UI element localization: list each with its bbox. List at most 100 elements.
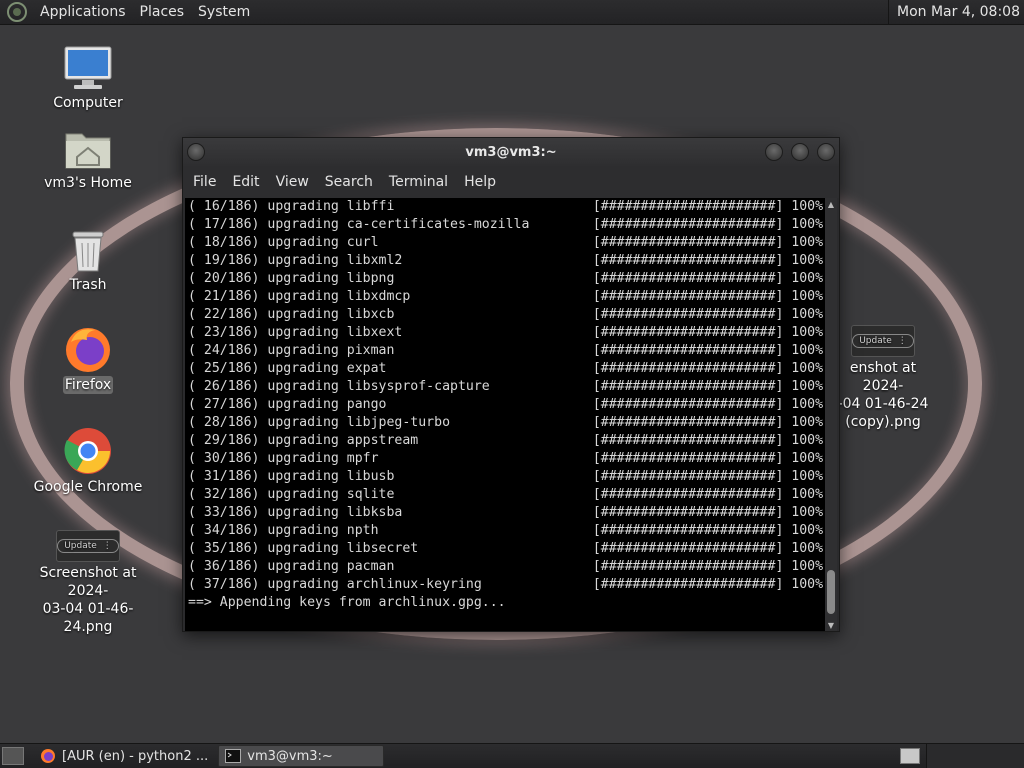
terminal-progress-bar: [######################] (592, 217, 784, 232)
terminal-progress-bar: [######################] (592, 253, 784, 268)
terminal-line: ( 30/186) upgrading mpfr [###############… (188, 450, 827, 468)
thumb-update-label: Update (64, 541, 97, 551)
taskbar-item-terminal[interactable]: vm3@vm3:~ (218, 745, 385, 767)
menu-system[interactable]: System (191, 4, 257, 20)
terminal-output[interactable]: ( 16/186) upgrading libffi [#############… (185, 198, 827, 631)
terminal-line-text: ( 24/186) upgrading pixman (188, 343, 395, 358)
terminal-progress-bar: [######################] (592, 469, 784, 484)
terminal-menubar: File Edit View Search Terminal Help (183, 166, 839, 198)
desktop-icon-chrome[interactable]: Google Chrome (18, 426, 158, 496)
window-menu-button[interactable] (187, 143, 205, 161)
terminal-line: ( 34/186) upgrading npth [###############… (188, 522, 827, 540)
terminal-percent: 100% (791, 379, 824, 394)
terminal-progress-bar: [######################] (592, 487, 784, 502)
close-button[interactable] (817, 143, 835, 161)
terminal-line: ( 25/186) upgrading expat [##############… (188, 360, 827, 378)
terminal-progress-bar: [######################] (592, 289, 784, 304)
terminal-line: ( 18/186) upgrading curl [###############… (188, 234, 827, 252)
terminal-percent: 100% (791, 523, 824, 538)
terminal-percent: 100% (791, 505, 824, 520)
terminal-line-text: ( 23/186) upgrading libxext (188, 325, 403, 340)
terminal-line-text: ( 33/186) upgrading libksba (188, 505, 403, 520)
terminal-progress-bar: [######################] (592, 559, 784, 574)
terminal-line-text: ( 25/186) upgrading expat (188, 361, 387, 376)
terminal-line-text: ( 34/186) upgrading npth (188, 523, 379, 538)
menu-terminal[interactable]: Terminal (381, 174, 456, 190)
desktop-icon-trash[interactable]: Trash (18, 226, 158, 294)
terminal-line-text: ( 20/186) upgrading libpng (188, 271, 395, 286)
scrollbar-thumb[interactable] (827, 570, 835, 614)
terminal-progress-bar: [######################] (592, 577, 784, 592)
terminal-percent: 100% (791, 577, 824, 592)
icon-label-wrap: Firefox (18, 376, 158, 394)
terminal-progress-bar: [######################] (592, 343, 784, 358)
terminal-line-text: ( 17/186) upgrading ca-certificates-mozi… (188, 217, 530, 232)
terminal-line: ( 28/186) upgrading libjpeg-turbo [######… (188, 414, 827, 432)
icon-label-home: vm3's Home (44, 175, 132, 191)
terminal-percent: 100% (791, 415, 824, 430)
terminal-window[interactable]: vm3@vm3:~ File Edit View Search Terminal… (182, 137, 840, 632)
terminal-line-text: ( 31/186) upgrading libusb (188, 469, 395, 484)
terminal-final-line: ==> Appending keys from archlinux.gpg... (188, 595, 506, 610)
menu-places[interactable]: Places (133, 4, 192, 20)
terminal-line: ( 33/186) upgrading libksba [############… (188, 504, 827, 522)
thumb-update-label: Update (859, 336, 892, 346)
terminal-percent: 100% (791, 307, 824, 322)
menu-applications[interactable]: Applications (33, 4, 133, 20)
scroll-up-arrow-icon[interactable]: ▲ (825, 198, 837, 210)
terminal-line: ( 35/186) upgrading libsecret [##########… (188, 540, 827, 558)
icon-label-computer: Computer (53, 95, 123, 111)
desktop-icon-screenshot[interactable]: Update ⋮ Screenshot at 2024- 03-04 01-46-… (30, 530, 146, 636)
terminal-line-text: ( 26/186) upgrading libsysprof-capture (188, 379, 490, 394)
terminal-progress-bar: [######################] (592, 523, 784, 538)
minimize-button[interactable] (765, 143, 783, 161)
terminal-line-text: ( 29/186) upgrading appstream (188, 433, 419, 448)
top-panel: Applications Places System Mon Mar 4, 08… (0, 0, 1024, 25)
terminal-line: ( 20/186) upgrading libpng [#############… (188, 270, 827, 288)
terminal-percent: 100% (791, 235, 824, 250)
terminal-scrollbar[interactable]: ▲ ▼ (825, 198, 837, 631)
terminal-percent: 100% (791, 325, 824, 340)
terminal-progress-bar: [######################] (592, 433, 784, 448)
desktop-icon-computer[interactable]: Computer (18, 44, 158, 112)
show-desktop-icon[interactable] (2, 747, 24, 765)
scroll-down-arrow-icon[interactable]: ▼ (825, 619, 837, 631)
terminal-percent: 100% (791, 289, 824, 304)
mate-logo-icon[interactable] (7, 2, 27, 22)
maximize-button[interactable] (791, 143, 809, 161)
kebab-icon: ⋮ (102, 541, 112, 551)
menu-file[interactable]: File (185, 174, 224, 190)
terminal-line: ( 24/186) upgrading pixman [#############… (188, 342, 827, 360)
workspace-switcher[interactable] (926, 744, 1024, 768)
taskbar-item-browser[interactable]: [AUR (en) - python2 ... (34, 745, 214, 767)
terminal-line-text: ( 22/186) upgrading libxcb (188, 307, 395, 322)
clock[interactable]: Mon Mar 4, 08:08 (888, 0, 1024, 24)
terminal-line: ( 19/186) upgrading libxml2 [############… (188, 252, 827, 270)
terminal-line: ( 31/186) upgrading libusb [#############… (188, 468, 827, 486)
menu-edit[interactable]: Edit (224, 174, 267, 190)
taskbar-label-browser: [AUR (en) - python2 ... (62, 748, 209, 764)
terminal-percent: 100% (791, 253, 824, 268)
workspace-switcher-1[interactable] (900, 748, 920, 764)
terminal-percent: 100% (791, 361, 824, 376)
terminal-line: ( 32/186) upgrading sqlite [#############… (188, 486, 827, 504)
terminal-progress-bar: [######################] (592, 271, 784, 286)
terminal-line-text: ( 36/186) upgrading pacman (188, 559, 395, 574)
desktop-icon-firefox[interactable]: Firefox (18, 324, 158, 394)
terminal-progress-bar: [######################] (592, 307, 784, 322)
window-title: vm3@vm3:~ (465, 144, 557, 160)
chrome-icon (64, 428, 111, 474)
menu-help[interactable]: Help (456, 174, 504, 190)
terminal-line-text: ( 27/186) upgrading pango (188, 397, 387, 412)
terminal-line-text: ( 30/186) upgrading mpfr (188, 451, 379, 466)
icon-label-screenshot: Screenshot at 2024- 03-04 01-46-24.png (39, 565, 137, 635)
menu-search[interactable]: Search (317, 174, 381, 190)
terminal-line-text: ( 16/186) upgrading libffi (188, 199, 395, 214)
terminal-percent: 100% (791, 217, 824, 232)
thumb-update-button: Update ⋮ (852, 334, 914, 348)
terminal-percent: 100% (791, 343, 824, 358)
desktop-icon-home[interactable]: vm3's Home (18, 126, 158, 192)
menu-view[interactable]: View (268, 174, 317, 190)
window-titlebar[interactable]: vm3@vm3:~ (183, 138, 839, 166)
desktop-icon-screenshot-copy[interactable]: Update ⋮ enshot at 2024- -04 01-46-24 (co… (830, 325, 936, 431)
